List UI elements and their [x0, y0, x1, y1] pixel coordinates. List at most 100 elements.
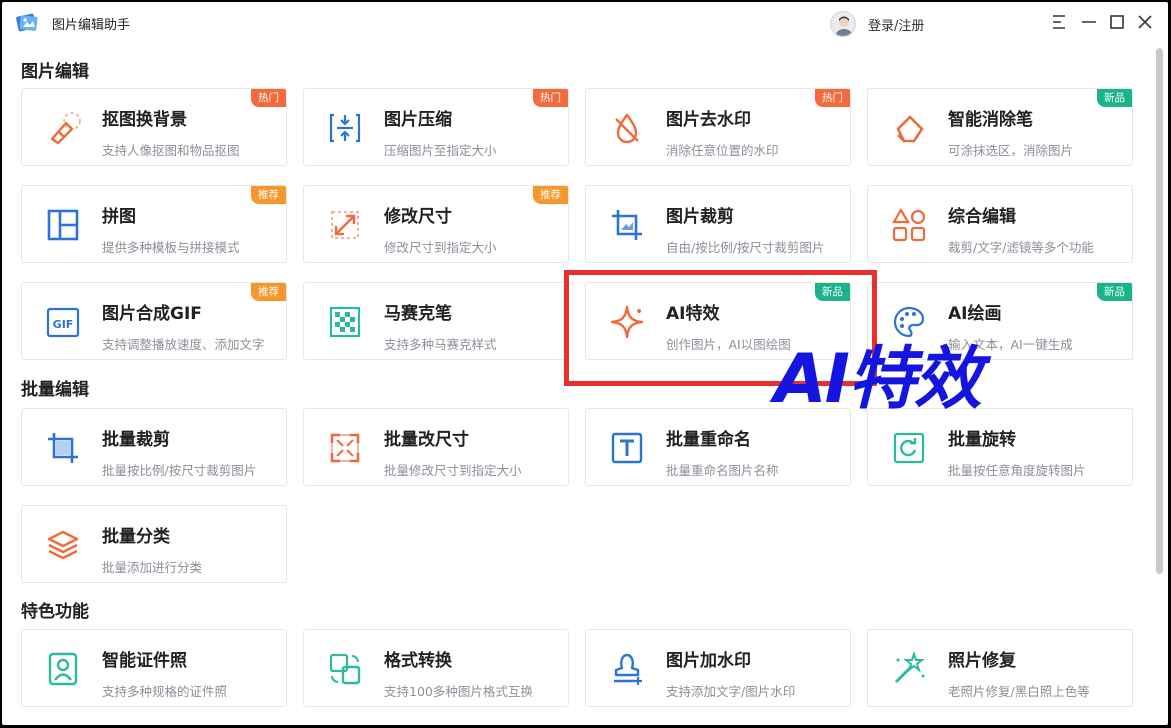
feature-card[interactable]: 批量裁剪批量按比例/按尺寸裁剪图片 [21, 408, 287, 486]
feature-card[interactable]: 图片去水印 消除任意位置的水印 热门 [585, 88, 851, 166]
section-title-edit: 图片编辑 [21, 62, 89, 82]
feature-card[interactable]: 智能消除笔可涂抹选区，消除图片 新品 [867, 88, 1133, 166]
feature-description: 可涂抹选区，消除图片 [948, 143, 1074, 158]
feature-description: 老照片修复/黑白照上色等 [948, 684, 1090, 699]
magic-wand-icon [894, 650, 925, 684]
maximize-button[interactable] [1107, 12, 1127, 32]
feature-card[interactable]: 批量旋转批量按任意角度旋转图片 [867, 408, 1133, 486]
feature-card[interactable]: 综合编辑裁剪/文字/滤镜等多个功能 [867, 185, 1133, 263]
feature-description: 支持添加文字/图片水印 [666, 684, 796, 699]
feature-card[interactable]: 图片压缩压缩图片至指定大小 热门 [303, 88, 569, 166]
feature-title: 照片修复 [948, 651, 1016, 671]
batch-resize-icon [330, 433, 360, 463]
feature-title: AI特效 [666, 304, 720, 324]
feature-title: 批量改尺寸 [384, 430, 469, 450]
scrollbar[interactable] [1156, 48, 1163, 574]
feature-title: 格式转换 [384, 651, 452, 671]
section-title-special: 特色功能 [21, 602, 89, 622]
resize-icon [331, 211, 359, 239]
sparkle-icon [610, 305, 644, 339]
shapes-icon [892, 207, 926, 242]
feature-description: 批量重命名图片名称 [666, 463, 779, 478]
gif-icon: GIF [46, 307, 80, 338]
feature-title: 马赛克笔 [384, 304, 452, 324]
feature-badge: 推荐 [533, 186, 568, 204]
feature-card[interactable]: 图片裁剪 自由/按比例/按尺寸裁剪图片 [585, 185, 851, 263]
close-button[interactable] [1135, 12, 1155, 32]
menu-icon [1053, 15, 1065, 29]
feature-description: 批量修改尺寸到指定大小 [384, 463, 522, 478]
close-icon [1138, 15, 1152, 29]
feature-badge: 热门 [815, 89, 850, 107]
feature-badge: 新品 [1097, 283, 1132, 301]
feature-title: 图片合成GIF [102, 304, 202, 324]
feature-card[interactable]: 图片加水印支持添加文字/图片水印 [585, 629, 851, 707]
feature-description: 支持多种规格的证件照 [102, 684, 228, 699]
feature-title: AI绘画 [948, 304, 1002, 324]
feature-title: 智能证件照 [102, 651, 187, 671]
app-logo-icon [16, 13, 38, 32]
feature-title: 批量裁剪 [102, 430, 170, 450]
feature-card[interactable]: 马赛克笔支持多种马赛克样式 [303, 282, 569, 360]
feature-title: 抠图换背景 [102, 110, 187, 130]
compress-icon [329, 113, 361, 143]
feature-card[interactable]: 拼图 提供多种模板与拼接模式 推荐 [21, 185, 287, 263]
no-watermark-icon [615, 112, 639, 144]
feature-badge: 推荐 [251, 283, 286, 301]
feature-title: 图片压缩 [384, 110, 452, 130]
svg-text:GIF: GIF [53, 318, 74, 331]
feature-title: 综合编辑 [948, 207, 1016, 227]
feature-description: 支持100多种图片格式互换 [384, 684, 533, 699]
feature-description: 支持多种马赛克样式 [384, 337, 497, 352]
feature-card[interactable]: GIF 图片合成GIF 支持调整播放速度、添加文字 推荐 [21, 282, 287, 360]
maximize-icon [1110, 15, 1124, 29]
feature-description: 压缩图片至指定大小 [384, 143, 497, 158]
magic-eraser-icon [896, 115, 924, 143]
section-title-batch: 批量编辑 [21, 380, 89, 400]
feature-description: 支持人像抠图和物品抠图 [102, 143, 240, 158]
feature-description: 裁剪/文字/滤镜等多个功能 [948, 240, 1094, 255]
feature-description: 批量按比例/按尺寸裁剪图片 [102, 463, 257, 478]
feature-card[interactable]: 批量改尺寸批量修改尺寸到指定大小 [303, 408, 569, 486]
feature-card[interactable]: 修改尺寸 修改尺寸到指定大小 推荐 [303, 185, 569, 263]
user-icon [835, 16, 853, 36]
feature-badge: 热门 [533, 89, 568, 107]
feature-title: 图片加水印 [666, 651, 751, 671]
feature-title: 批量分类 [102, 527, 170, 547]
avatar[interactable] [830, 11, 856, 37]
minimize-button[interactable] [1079, 12, 1099, 32]
convert-icon [329, 653, 361, 685]
feature-badge: 新品 [1097, 89, 1132, 107]
eraser-icon [50, 112, 81, 145]
app-title: 图片编辑助手 [52, 18, 131, 33]
title-bar: 图片编辑助手 登录/注册 [2, 2, 1168, 44]
feature-title: 智能消除笔 [948, 110, 1033, 130]
login-link[interactable]: 登录/注册 [868, 15, 924, 34]
feature-card[interactable]: 抠图换背景 支持人像抠图和物品抠图 热门 [21, 88, 287, 166]
feature-description: 创作图片，AI以图绘图 [666, 337, 791, 352]
palette-icon [893, 306, 925, 338]
overlay-title: AI特效 [774, 340, 982, 419]
feature-title: 图片去水印 [666, 110, 751, 130]
feature-title: 修改尺寸 [384, 207, 452, 227]
feature-title: 批量重命名 [666, 430, 751, 450]
feature-card[interactable]: 批量重命名批量重命名图片名称 [585, 408, 851, 486]
feature-description: 批量添加进行分类 [102, 560, 203, 575]
stamp-icon [614, 653, 642, 685]
feature-description: 自由/按比例/按尺寸裁剪图片 [666, 240, 825, 255]
feature-card[interactable]: 照片修复老照片修复/黑白照上色等 [867, 629, 1133, 707]
feature-card[interactable]: 格式转换支持100多种图片格式互换 [303, 629, 569, 707]
feature-card[interactable]: 批量分类批量添加进行分类 [21, 505, 287, 583]
feature-title: 拼图 [102, 207, 136, 227]
feature-description: 批量按任意角度旋转图片 [948, 463, 1086, 478]
rotate-icon [893, 432, 925, 464]
feature-badge: 推荐 [251, 186, 286, 204]
menu-button[interactable] [1049, 12, 1069, 32]
mosaic-icon [329, 306, 361, 338]
app-window: 图片编辑助手 登录/注册 图片编辑 批量编辑 特色功能 抠图换背景支持人像抠图和… [2, 2, 1168, 725]
feature-title: 批量旋转 [948, 430, 1016, 450]
feature-description: 支持调整播放速度、添加文字 [102, 337, 265, 352]
minimize-icon [1082, 21, 1096, 23]
feature-card[interactable]: 智能证件照支持多种规格的证件照 [21, 629, 287, 707]
collage-icon [47, 209, 79, 241]
